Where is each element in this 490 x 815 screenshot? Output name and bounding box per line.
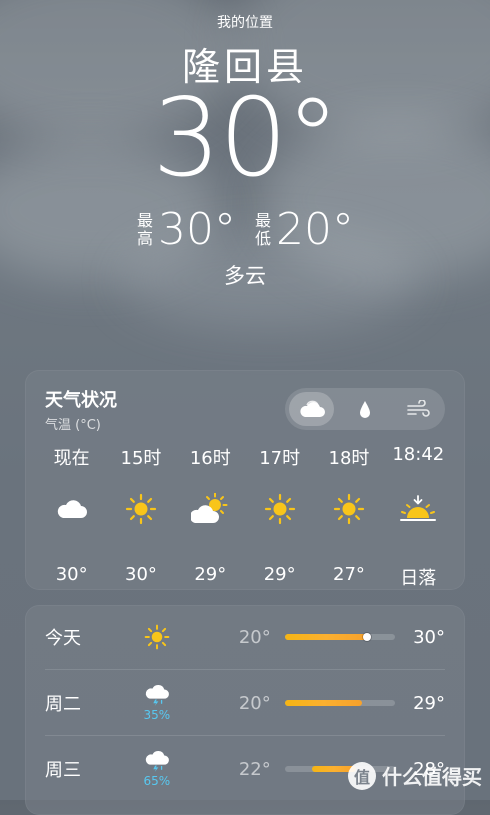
watermark-badge: 值 bbox=[348, 761, 376, 790]
temp-range-bar bbox=[284, 633, 395, 641]
hour-item: 15时 30° bbox=[106, 444, 175, 590]
hour-item: 18时 27° bbox=[314, 444, 383, 590]
card-subtitle: 气温 (°C) bbox=[45, 418, 101, 433]
hour-time: 17时 bbox=[259, 448, 301, 469]
current-temp-dot bbox=[363, 633, 372, 641]
partly-cloudy-icon bbox=[191, 493, 228, 523]
card-title: 天气状况 bbox=[45, 390, 117, 411]
low-temp: 20° bbox=[276, 204, 354, 255]
hour-time: 18:42 bbox=[392, 444, 445, 465]
low-temp: 20° bbox=[238, 692, 271, 714]
hour-item: 18:42 日落 bbox=[384, 444, 453, 590]
row-divider bbox=[45, 735, 445, 736]
wind-icon bbox=[407, 400, 431, 417]
low-temp: 20° bbox=[238, 626, 271, 648]
hour-temp: 27° bbox=[333, 564, 365, 585]
hour-temp: 30° bbox=[125, 564, 157, 585]
cloud-icon bbox=[57, 500, 87, 518]
daily-row[interactable]: 今天 20° 30° bbox=[45, 605, 445, 669]
hourly-forecast-card: 天气状况 气温 (°C) 现在 30° 15时 30° 16时 29° 17时 … bbox=[25, 370, 465, 590]
precipitation-chance: 35% bbox=[143, 708, 171, 722]
hour-temp: 29° bbox=[194, 564, 227, 585]
hour-temp: 日落 bbox=[400, 568, 437, 589]
temp-range-fill bbox=[284, 700, 362, 706]
segment-wind[interactable] bbox=[396, 392, 441, 426]
high-temp: 30° bbox=[413, 626, 446, 648]
day-label: 周三 bbox=[45, 760, 81, 781]
cloud-icon bbox=[300, 400, 325, 417]
temp-range-fill bbox=[284, 634, 368, 640]
temp-range-bar bbox=[284, 700, 395, 706]
precipitation-chance: 65% bbox=[143, 774, 171, 788]
location-label: 我的位置 bbox=[217, 15, 273, 31]
hour-item: 17时 29° bbox=[245, 444, 314, 590]
sun-icon bbox=[125, 493, 157, 525]
hour-time: 16时 bbox=[189, 448, 231, 469]
condition-text: 多云 bbox=[224, 264, 266, 288]
low-temp-group: 最低 20° bbox=[254, 204, 354, 255]
day-label: 周二 bbox=[45, 694, 81, 715]
high-temp: 29° bbox=[413, 692, 446, 714]
row-divider bbox=[45, 669, 445, 670]
high-temp: 30° bbox=[158, 204, 236, 255]
low-temp: 22° bbox=[238, 758, 271, 780]
watermark: 值 什么值得买 bbox=[348, 761, 482, 790]
thunderstorm-icon bbox=[145, 750, 169, 772]
hour-time: 15时 bbox=[120, 448, 162, 469]
sun-icon bbox=[264, 493, 295, 525]
sunset-icon bbox=[400, 495, 437, 521]
metric-switcher bbox=[285, 388, 445, 430]
hour-item: 16时 29° bbox=[176, 444, 245, 590]
high-label: 最高 bbox=[136, 210, 153, 248]
segment-cloud[interactable] bbox=[289, 392, 335, 426]
hour-time: 18时 bbox=[328, 448, 370, 469]
daily-row[interactable]: 周二 35% 20° 29° bbox=[45, 671, 445, 735]
hour-time: 现在 bbox=[53, 448, 90, 469]
high-temp-group: 最高 30° bbox=[136, 204, 236, 255]
segment-precipitation[interactable] bbox=[342, 392, 387, 426]
low-label: 最低 bbox=[254, 210, 271, 248]
hourly-list: 现在 30° 15时 30° 16时 29° 17时 29° 18时 27° 1… bbox=[37, 444, 453, 590]
high-low: 最高 30° 最低 20° bbox=[0, 204, 490, 255]
current-temperature: 30° bbox=[152, 76, 339, 201]
sun-icon bbox=[333, 493, 365, 525]
day-label: 今天 bbox=[45, 628, 81, 649]
raindrop-icon bbox=[359, 401, 370, 418]
hour-temp: 29° bbox=[263, 564, 296, 585]
hour-item: 现在 30° bbox=[37, 444, 106, 590]
sun-icon bbox=[144, 624, 170, 650]
watermark-text: 什么值得买 bbox=[382, 765, 482, 789]
thunderstorm-icon bbox=[145, 684, 169, 706]
hour-temp: 30° bbox=[55, 564, 88, 585]
